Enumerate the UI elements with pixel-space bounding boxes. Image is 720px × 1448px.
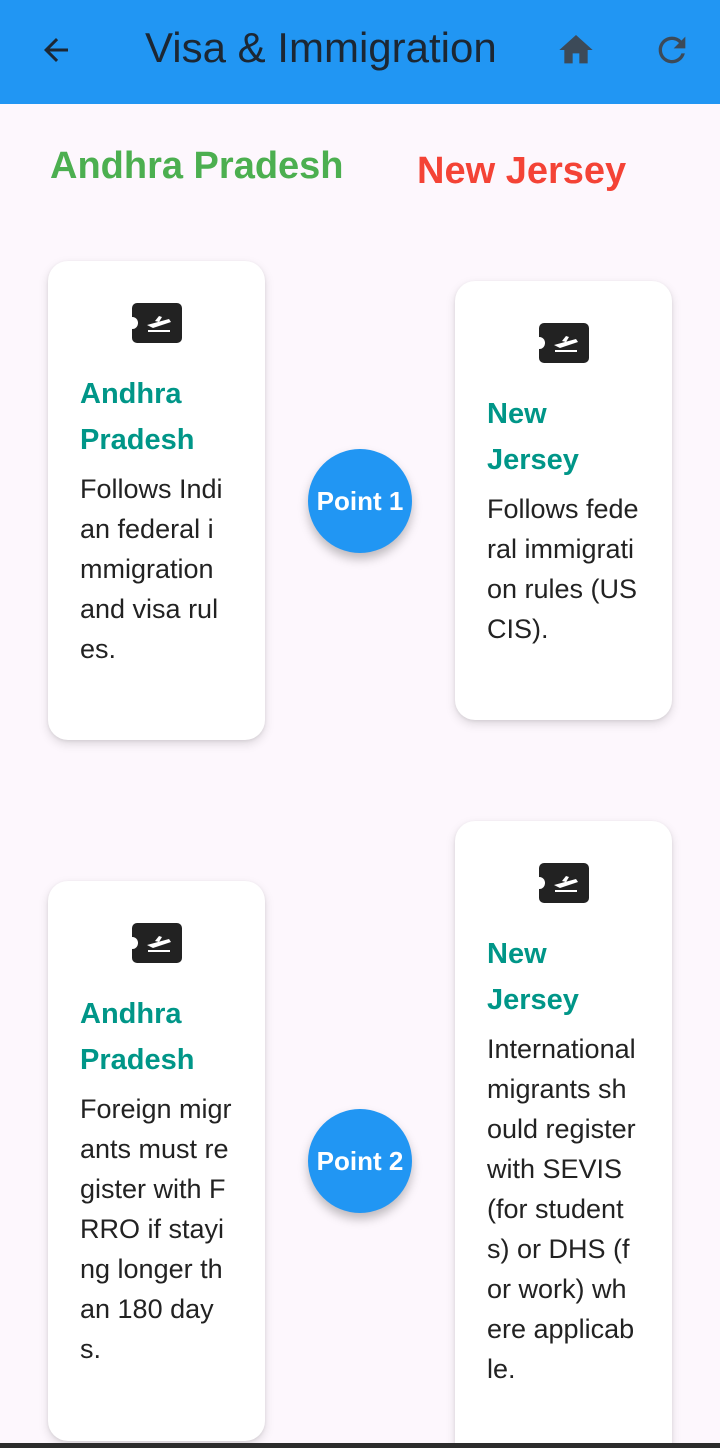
airplane-ticket-icon [533, 863, 589, 903]
refresh-button[interactable] [644, 22, 700, 78]
airplane-ticket-icon [126, 303, 182, 343]
home-button[interactable] [548, 22, 604, 78]
card-title: New Jersey [487, 398, 579, 476]
bottom-divider [0, 1443, 720, 1448]
card-text: Follows federal immigration rules (USCIS… [487, 494, 639, 644]
airplane-ticket-icon [126, 923, 182, 963]
home-icon [559, 35, 593, 64]
airplane-ticket-icon [533, 323, 589, 363]
card-text: International migrants should register w… [487, 1034, 636, 1384]
comparison-card-right: New Jersey Follows federal immigration r… [455, 281, 672, 720]
comparison-card-right: New Jersey International migrants should… [455, 821, 672, 1448]
app-title: Visa & Immigration [145, 24, 497, 71]
card-text: Foreign migrants must register with FRRO… [80, 1094, 232, 1364]
card-title: Andhra Pradesh [80, 998, 195, 1076]
app-bar: Visa & Immigration [0, 0, 720, 104]
comparison-card-left: Andhra Pradesh Foreign migrants must reg… [48, 881, 265, 1441]
arrow-back-icon [44, 38, 68, 62]
back-button[interactable] [28, 22, 84, 78]
card-title: Andhra Pradesh [80, 378, 195, 456]
card-title: New Jersey [487, 938, 579, 1016]
heading-left-state: Andhra Pradesh [50, 145, 344, 187]
refresh-icon [658, 36, 686, 64]
heading-right-state: New Jersey [417, 150, 627, 192]
point-badge: Point 1 [308, 449, 412, 553]
point-badge: Point 2 [308, 1109, 412, 1213]
card-text: Follows Indian federal immigration and v… [80, 474, 223, 664]
comparison-card-left: Andhra Pradesh Follows Indian federal im… [48, 261, 265, 740]
